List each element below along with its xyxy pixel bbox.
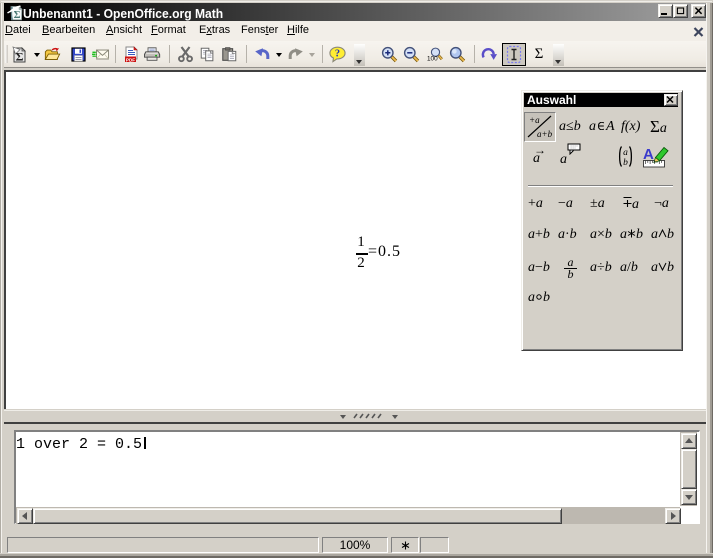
svg-text:Σ: Σ — [16, 50, 24, 64]
svg-text:a+b: a+b — [537, 129, 553, 139]
svg-text:a: a — [623, 148, 628, 158]
svg-text:b: b — [623, 158, 628, 168]
svg-text:+a: +a — [529, 115, 540, 125]
svg-text:Σ: Σ — [14, 10, 21, 21]
svg-text:100: 100 — [427, 55, 438, 62]
svg-text:?: ? — [335, 49, 340, 60]
svg-text:PDF: PDF — [126, 57, 135, 62]
